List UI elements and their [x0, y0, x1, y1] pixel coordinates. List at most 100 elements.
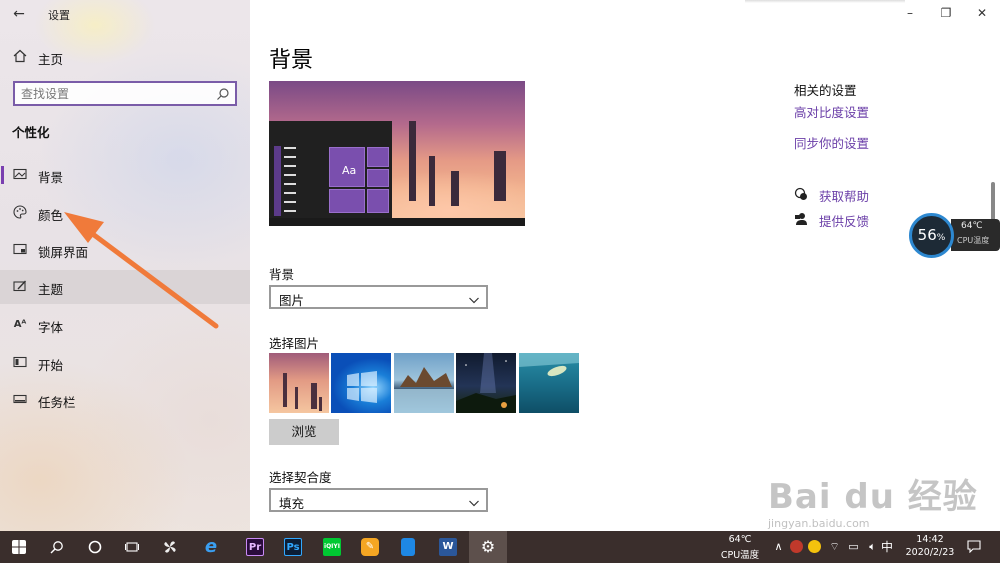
sidebar-item-start[interactable]: 开始 [0, 346, 250, 380]
qq-tray-icon[interactable] [790, 540, 803, 553]
app-tray-icon[interactable] [808, 540, 821, 553]
get-help-icon [794, 186, 808, 200]
preview-tower [494, 151, 506, 201]
back-arrow-icon[interactable]: ← [10, 5, 28, 23]
picture-thumbnail[interactable] [394, 353, 454, 413]
cpu-monitor-widget[interactable]: 64℃ CPU温度 56% [909, 213, 1000, 258]
related-settings-title: 相关的设置 [794, 83, 857, 98]
preview-tile [367, 189, 389, 213]
sidebar-item-label: 锁屏界面 [38, 245, 89, 260]
sidebar-item-fonts[interactable]: Aᴬ 字体 [0, 308, 250, 342]
dropdown-value: 填充 [279, 496, 305, 511]
search-icon[interactable] [216, 86, 230, 100]
pinwheel-icon [164, 541, 176, 553]
sidebar-item-taskbar[interactable]: 任务栏 [0, 383, 250, 417]
sidebar-item-colors[interactable]: 颜色 [0, 196, 250, 230]
search-icon [50, 541, 63, 554]
photoshop-app-button[interactable]: Ps [274, 531, 312, 563]
sidebar-item-background[interactable]: 背景 [0, 158, 250, 192]
feedback-link[interactable]: 提供反馈 [819, 211, 869, 230]
preview-taskbar [269, 218, 525, 226]
selection-indicator [1, 166, 4, 184]
tray-cpu-label: CPU温度 [720, 550, 760, 561]
browse-button[interactable]: 浏览 [269, 419, 339, 445]
preview-tower [429, 156, 435, 206]
content-pane: – ❐ ✕ 背景 Aa 背景 图片 选择图片 浏览 选择契合度 填充 相关的设置… [250, 0, 1000, 531]
cpu-temp-label: CPU温度 [957, 236, 990, 245]
search-box[interactable] [13, 81, 237, 106]
iqiyi-app-button[interactable]: iQIYI [313, 531, 351, 563]
sync-settings-link[interactable]: 同步你的设置 [794, 133, 869, 152]
cpu-temp-value: 64℃ [961, 221, 983, 231]
high-contrast-link[interactable]: 高对比度设置 [794, 102, 869, 121]
pinwheel-app-button[interactable] [151, 531, 189, 563]
wifi-icon[interactable]: ⌔ [828, 540, 841, 553]
chevron-down-icon [468, 494, 480, 507]
sidebar-item-label: 字体 [38, 320, 64, 335]
task-view-button[interactable] [113, 531, 151, 563]
choose-picture-label: 选择图片 [269, 336, 320, 351]
search-taskbar-button[interactable] [38, 531, 76, 563]
clock-time[interactable]: 14:42 [905, 534, 955, 545]
sidebar-item-lock-screen[interactable]: 锁屏界面 [0, 233, 250, 267]
home-label: 主页 [38, 52, 64, 67]
fit-dropdown[interactable]: 填充 [269, 488, 488, 512]
search-input[interactable] [21, 85, 211, 103]
sidebar-item-themes[interactable]: 主题 [0, 270, 250, 304]
palette-icon [12, 205, 28, 221]
picture-thumbnail[interactable] [331, 353, 391, 413]
minimize-button[interactable]: – [892, 0, 928, 26]
dropdown-value: 图片 [279, 293, 305, 308]
premiere-app-button[interactable]: Pr [236, 531, 274, 563]
task-view-icon [125, 542, 139, 552]
page-title: 背景 [269, 48, 314, 73]
action-center-icon[interactable] [966, 540, 982, 554]
pinyin-app-button[interactable]: ✎ [351, 531, 389, 563]
windows-icon [12, 540, 26, 554]
battery-icon[interactable]: ▭ [847, 540, 860, 553]
gear-icon: ⚙ [480, 537, 496, 556]
word-icon: W [439, 538, 457, 556]
settings-app-button[interactable]: ⚙ [469, 531, 507, 563]
background-label: 背景 [269, 267, 295, 282]
cpu-percent-unit: % [936, 233, 946, 243]
picture-thumbnail[interactable] [519, 353, 579, 413]
cortana-button[interactable] [76, 531, 114, 563]
cpu-usage-gauge: 56% [909, 213, 954, 258]
word-app-button[interactable]: W [429, 531, 467, 563]
picture-icon [12, 167, 28, 183]
phone-icon [401, 538, 415, 556]
ime-indicator[interactable]: 中 [881, 538, 893, 555]
ie-app-button[interactable]: e [192, 531, 230, 563]
chevron-up-icon[interactable]: ∧ [772, 540, 785, 553]
window-controls: – ❐ ✕ [892, 0, 1000, 28]
picture-thumbnail[interactable] [269, 353, 329, 413]
sidebar-item-label: 开始 [38, 358, 64, 373]
picture-thumbnail[interactable] [456, 353, 516, 413]
top-shadow [745, 0, 905, 3]
lock-screen-icon [12, 242, 28, 258]
close-button[interactable]: ✕ [964, 0, 1000, 26]
background-dropdown[interactable]: 图片 [269, 285, 488, 309]
get-help-link[interactable]: 获取帮助 [819, 186, 869, 205]
restore-button[interactable]: ❐ [928, 0, 964, 26]
preview-tile [329, 189, 365, 213]
volume-icon[interactable]: 🔈︎ [866, 540, 879, 553]
preview-tile [367, 147, 389, 167]
preview-tile-label: Aa [342, 164, 357, 177]
sidebar-item-label: 主题 [38, 282, 64, 297]
iqiyi-icon: iQIYI [323, 538, 341, 556]
start-button[interactable] [0, 531, 38, 563]
cpu-temp-panel: 64℃ CPU温度 [951, 219, 1000, 251]
fit-label: 选择契合度 [269, 470, 332, 485]
premiere-icon: Pr [246, 538, 264, 556]
phone-app-button[interactable] [389, 531, 427, 563]
clock-date[interactable]: 2020/2/23 [902, 547, 958, 558]
photoshop-icon: Ps [284, 538, 302, 556]
sidebar-item-home[interactable]: 主页 [0, 44, 250, 70]
home-icon [12, 49, 28, 65]
sidebar-item-label: 背景 [38, 170, 64, 185]
title-bar: ← 设置 [0, 0, 250, 28]
tray-cpu-temp: 64℃ [728, 534, 752, 545]
cpu-percent: 56 [917, 226, 937, 244]
